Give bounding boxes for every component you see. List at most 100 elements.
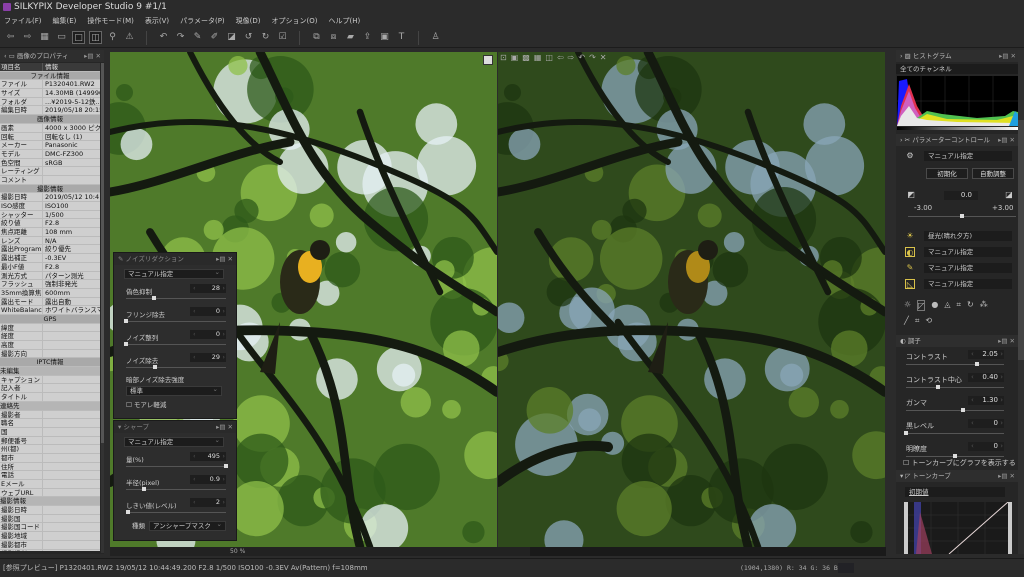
- section-header[interactable]: 画像情報: [0, 115, 100, 124]
- param-slider[interactable]: コントラスト 2.05: [904, 348, 1006, 371]
- next-icon[interactable]: ⇨: [568, 53, 575, 62]
- undo-icon[interactable]: ↶: [578, 53, 585, 62]
- slider-thumb[interactable]: [960, 408, 965, 412]
- compare-view-icon[interactable]: ◫: [89, 31, 102, 44]
- right-scrollbar[interactable]: [1018, 50, 1024, 554]
- thumbnail-view-icon[interactable]: ▦: [38, 31, 51, 44]
- rotate-right-icon[interactable]: ↻: [259, 31, 272, 44]
- slider-track[interactable]: [906, 433, 1004, 434]
- param-slider[interactable]: 偽色抑制 28: [124, 282, 228, 305]
- prev-icon[interactable]: ⇦: [557, 53, 564, 62]
- view-toggle-icon[interactable]: [483, 55, 493, 65]
- table-row[interactable]: 国: [0, 427, 100, 437]
- param-value[interactable]: 2: [190, 498, 226, 507]
- table-row[interactable]: 撮影者: [0, 410, 100, 420]
- param-value[interactable]: 0: [968, 442, 1004, 451]
- horizontal-scrollbar[interactable]: [110, 547, 886, 556]
- subsection-row[interactable]: 未編集: [0, 367, 100, 376]
- table-row[interactable]: 露出補正 -0.3EV: [0, 254, 100, 263]
- table-row[interactable]: レンズ N/A: [0, 236, 100, 246]
- table-row[interactable]: 撮影場所: [0, 549, 100, 551]
- display-icon[interactable]: ▣: [378, 31, 391, 44]
- table-row[interactable]: 高度: [0, 341, 100, 350]
- panel-close-icon[interactable]: ▸▤ ✕: [998, 335, 1015, 347]
- param-slider[interactable]: コントラスト中心 0.40: [904, 371, 1006, 394]
- slider-thumb[interactable]: [224, 464, 228, 468]
- param-slider[interactable]: 量(%) 495: [124, 450, 228, 473]
- export-icon[interactable]: ⇪: [361, 31, 374, 44]
- redo-icon[interactable]: ↷: [174, 31, 187, 44]
- section-header[interactable]: IPTC情報: [0, 358, 100, 368]
- table-row[interactable]: 最小F値 F2.8: [0, 262, 100, 272]
- table-row[interactable]: 撮影日時 2019/05/12 10:4: [0, 193, 100, 202]
- tone-curve-preset-select[interactable]: 初期値: [905, 487, 1005, 497]
- taste-select[interactable]: マニュアル指定: [924, 151, 1012, 161]
- sun-icon[interactable]: ☼: [904, 300, 911, 311]
- tone-curve-editor[interactable]: [904, 502, 1012, 554]
- table-row[interactable]: 郵便番号: [0, 436, 100, 446]
- hammer-icon[interactable]: T: [395, 31, 408, 44]
- panel-close-icon[interactable]: ▸▤ ✕: [998, 134, 1015, 146]
- table-row[interactable]: モデル DMC-FZ300: [0, 149, 100, 159]
- color-icon[interactable]: ✎: [905, 263, 915, 273]
- copy-icon[interactable]: ✐: [208, 31, 221, 44]
- param-slider[interactable]: しきい値(レベル) 2: [124, 496, 228, 519]
- scrollbar[interactable]: [101, 63, 104, 553]
- table-row[interactable]: 住所: [0, 462, 100, 472]
- menu-item[interactable]: 操作モード(M): [87, 14, 134, 28]
- reset-button[interactable]: 初期化: [926, 168, 968, 179]
- grid-icon[interactable]: ▦: [534, 53, 542, 62]
- sharpen-type-select[interactable]: アンシャープマスク: [149, 520, 226, 531]
- rotate-icon[interactable]: ↻: [967, 300, 974, 311]
- table-row[interactable]: 撮影国: [0, 514, 100, 524]
- table-row[interactable]: キャプション: [0, 375, 100, 385]
- param-slider[interactable]: ガンマ 1.30: [904, 394, 1006, 417]
- slider-thumb[interactable]: [153, 365, 157, 369]
- slider-track[interactable]: [126, 344, 226, 345]
- exposure-auto-icon[interactable]: ◪: [1004, 190, 1014, 200]
- slider-thumb[interactable]: [152, 296, 156, 300]
- slider-track[interactable]: [906, 410, 1004, 411]
- color-select[interactable]: マニュアル指定: [924, 263, 1012, 273]
- frame-icon[interactable]: ⌗: [956, 300, 961, 311]
- prev-icon[interactable]: ⇦: [4, 31, 17, 44]
- tone-curve-icon[interactable]: ◸: [917, 300, 926, 311]
- exposure-value[interactable]: 0.0: [944, 191, 978, 200]
- white-balance-icon[interactable]: ☀: [905, 231, 915, 241]
- section-header[interactable]: ファイル情報: [0, 71, 100, 81]
- table-row[interactable]: 記入者: [0, 384, 100, 394]
- line-icon[interactable]: ╱: [904, 316, 909, 326]
- white-balance-select[interactable]: 昼光(晴れ夕方): [924, 231, 1012, 241]
- clear-icon[interactable]: ◪: [225, 31, 238, 44]
- dark-noise-select[interactable]: 標準: [126, 385, 222, 396]
- table-row[interactable]: 州(都): [0, 445, 100, 454]
- slider-track[interactable]: [126, 367, 226, 368]
- param-value[interactable]: 29: [190, 353, 226, 362]
- sd-card-icon[interactable]: ▰: [344, 31, 357, 44]
- param-value[interactable]: 0.40: [968, 373, 1004, 382]
- zoom-level[interactable]: 50 %: [230, 547, 245, 556]
- gear-icon[interactable]: ⚙: [905, 151, 915, 161]
- preview-strip-icon[interactable]: ▭: [55, 31, 68, 44]
- batch-icon[interactable]: ⧈: [327, 31, 340, 44]
- undo-icon[interactable]: ↶: [157, 31, 170, 44]
- menu-item[interactable]: 現像(D): [236, 14, 261, 28]
- menu-item[interactable]: ヘルプ(H): [329, 14, 361, 28]
- histogram-range-slider[interactable]: [897, 127, 1018, 130]
- nodes-icon[interactable]: ⁂: [980, 300, 988, 311]
- curve-select[interactable]: マニュアル指定: [924, 279, 1012, 289]
- table-row[interactable]: タイトル: [0, 393, 100, 402]
- table-row[interactable]: 緯度: [0, 323, 100, 333]
- tone-icon[interactable]: ◐: [905, 247, 915, 257]
- curve-icon[interactable]: ◺: [905, 279, 915, 289]
- section-header[interactable]: 撮影情報: [0, 184, 100, 194]
- slider-track[interactable]: [906, 364, 1004, 365]
- preview-image-right[interactable]: [498, 52, 885, 547]
- slider-thumb[interactable]: [904, 431, 908, 435]
- view-icon[interactable]: ⊡: [500, 53, 507, 62]
- table-row[interactable]: 編集日時 2019/05/18 20:15:: [0, 106, 100, 116]
- param-value[interactable]: 495: [190, 452, 226, 461]
- menu-item[interactable]: 編集(E): [53, 14, 77, 28]
- rotate-left-icon[interactable]: ↺: [242, 31, 255, 44]
- split-icon[interactable]: ◫: [545, 53, 553, 62]
